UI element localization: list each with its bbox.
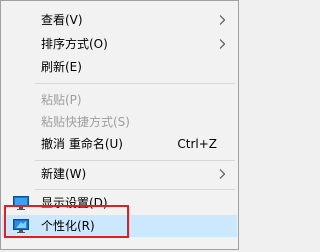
menu-item-sort-by[interactable]: 排序方式(O) [2, 33, 237, 55]
menu-item-paste: 粘贴(P) [2, 89, 237, 111]
display-settings-icon [13, 196, 29, 210]
menu-item-label: 撤消 重命名(U) [41, 137, 123, 151]
menu-item-label: 查看(V) [41, 13, 83, 27]
menu-item-view[interactable]: 查看(V) [2, 9, 237, 31]
chevron-right-icon [219, 169, 225, 179]
menu-item-label: 显示设置(D) [41, 196, 108, 210]
menu-item-label: 个性化(R) [41, 219, 95, 233]
chevron-right-icon [219, 39, 225, 49]
menu-item-personalize[interactable]: 个性化(R) [2, 215, 237, 237]
menu-item-shortcut: Ctrl+Z [177, 137, 217, 151]
menu-item-label: 新建(W) [41, 167, 87, 181]
menu-separator [35, 160, 235, 161]
menu-item-label: 粘贴快捷方式(S) [41, 115, 130, 129]
menu-item-label: 排序方式(O) [41, 37, 108, 51]
menu-item-refresh[interactable]: 刷新(E) [2, 56, 237, 78]
menu-item-label: 粘贴(P) [41, 93, 82, 107]
menu-separator [35, 189, 235, 190]
desktop-context-menu: 查看(V) 排序方式(O) 刷新(E) 粘贴(P) 粘贴快捷方式(S) 撤消 重… [0, 0, 239, 250]
personalize-icon [13, 219, 29, 233]
chevron-right-icon [219, 15, 225, 25]
menu-item-undo-rename[interactable]: 撤消 重命名(U) Ctrl+Z [2, 133, 237, 155]
menu-item-label: 刷新(E) [41, 60, 82, 74]
menu-separator [35, 83, 235, 84]
menu-item-new[interactable]: 新建(W) [2, 163, 237, 185]
menu-item-display-settings[interactable]: 显示设置(D) [2, 192, 237, 214]
menu-item-paste-shortcut: 粘贴快捷方式(S) [2, 111, 237, 133]
